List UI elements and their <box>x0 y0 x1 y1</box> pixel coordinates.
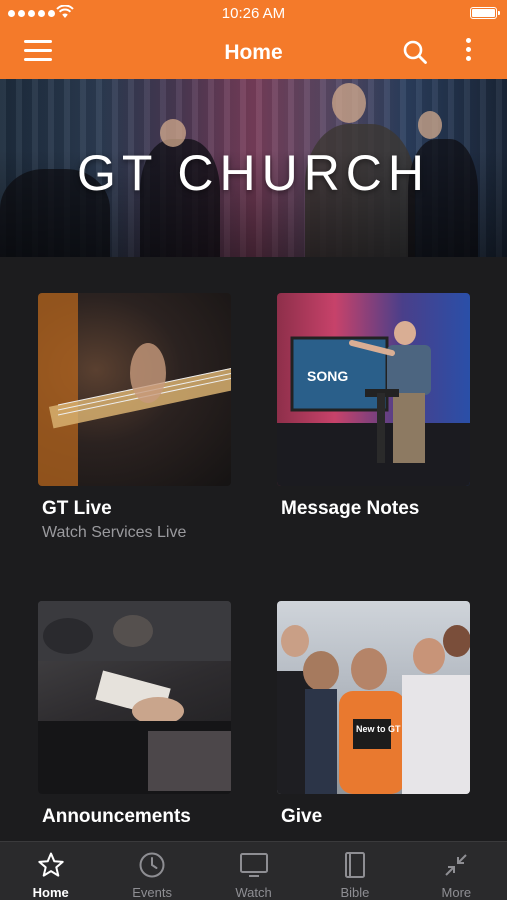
status-bar: 10:26 AM <box>0 0 507 26</box>
tile-label: Message Notes <box>281 498 420 519</box>
tile-label: GT Live <box>42 498 112 519</box>
tab-events[interactable]: Events <box>101 842 202 900</box>
tile-gt-live[interactable]: GT Live Watch Services Live <box>38 293 231 542</box>
tile-announcements[interactable]: Announcements <box>38 601 231 828</box>
tile-give[interactable]: New to GT Give <box>277 601 470 828</box>
tab-more[interactable]: More <box>406 842 507 900</box>
navigation-header: Home <box>0 26 507 79</box>
bottom-tab-bar: Home Events Watch Bible More <box>0 841 507 900</box>
collapse-arrows-icon <box>445 854 468 876</box>
tile-image-speaker: SONG <box>277 293 470 486</box>
tv-icon <box>239 853 268 877</box>
search-icon[interactable] <box>402 39 428 65</box>
status-time: 10:26 AM <box>221 5 286 22</box>
shirt-text: New to GT <box>356 724 401 734</box>
more-options-icon[interactable] <box>460 38 476 68</box>
tab-label: More <box>441 885 472 900</box>
screen-text: SONG <box>307 368 348 384</box>
hero-title: GT CHURCH <box>76 145 431 201</box>
tile-image-guitar <box>38 293 231 486</box>
battery-icon <box>470 7 500 19</box>
tab-label: Bible <box>340 885 370 900</box>
tile-image-volunteers: New to GT <box>277 601 470 794</box>
tab-label: Home <box>32 885 69 900</box>
hero-banner: GT CHURCH <box>0 79 507 257</box>
tab-label: Events <box>132 885 172 900</box>
clock-icon <box>139 852 165 878</box>
tile-label: Give <box>281 806 323 827</box>
app-header-bar: 10:26 AM Home <box>0 0 507 79</box>
tab-home[interactable]: Home <box>0 842 101 900</box>
tile-message-notes[interactable]: SONG Message Notes <box>277 293 470 520</box>
tab-watch[interactable]: Watch <box>203 842 304 900</box>
book-icon <box>344 852 365 878</box>
tile-label: Announcements <box>42 806 191 827</box>
tab-bible[interactable]: Bible <box>304 842 405 900</box>
tile-image-notebook <box>38 601 231 794</box>
tile-subtitle: Watch Services Live <box>42 524 187 541</box>
tab-label: Watch <box>235 885 272 900</box>
star-icon <box>38 852 64 877</box>
page-title: Home <box>224 41 283 64</box>
